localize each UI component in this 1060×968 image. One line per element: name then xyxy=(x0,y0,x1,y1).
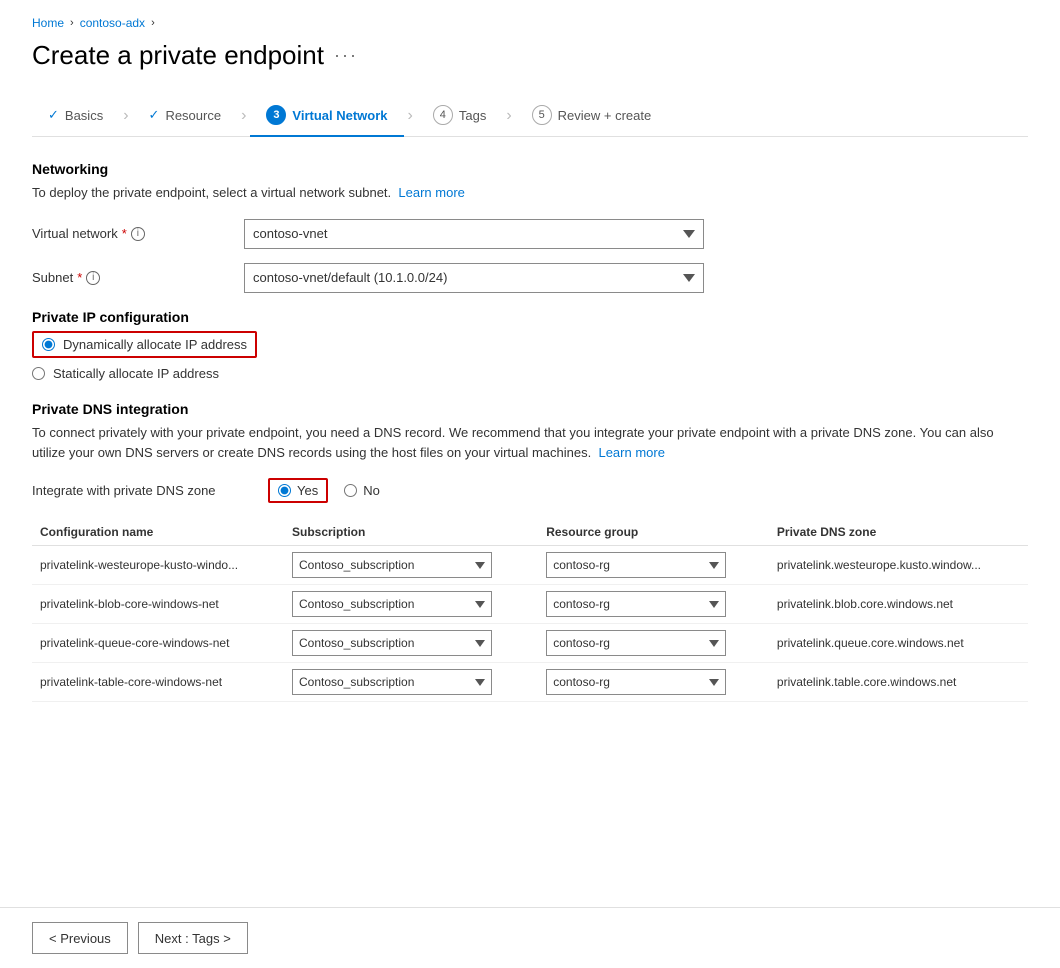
subnet-select[interactable]: contoso-vnet/default (10.1.0.0/24) xyxy=(244,263,704,293)
dns-integrate-row: Integrate with private DNS zone Yes No xyxy=(32,478,1028,503)
dns-table: Configuration name Subscription Resource… xyxy=(32,519,1028,702)
tab-basics[interactable]: ✓ Basics xyxy=(32,97,119,135)
tab-virtual-network-label: Virtual Network xyxy=(292,108,387,123)
virtual-network-row: Virtual network * i contoso-vnet xyxy=(32,219,1028,249)
tab-basics-check-icon: ✓ xyxy=(48,107,59,123)
networking-learn-more-link[interactable]: Learn more xyxy=(398,185,464,200)
ip-config-title: Private IP configuration xyxy=(32,309,1028,325)
networking-section: Networking To deploy the private endpoin… xyxy=(32,161,1028,293)
dns-description: To connect privately with your private e… xyxy=(32,423,1028,465)
dns-resource-group-select[interactable]: contoso-rg xyxy=(546,630,726,656)
dns-resource-group-select[interactable]: contoso-rg xyxy=(546,591,726,617)
dns-subscription-select[interactable]: Contoso_subscription xyxy=(292,669,492,695)
ip-dynamic-option[interactable]: Dynamically allocate IP address xyxy=(32,331,1028,358)
dns-zone-cell: privatelink.blob.core.windows.net xyxy=(769,585,1028,624)
subnet-info-icon[interactable]: i xyxy=(86,271,100,285)
dns-config-name: privatelink-table-core-windows-net xyxy=(32,663,284,702)
virtual-network-info-icon[interactable]: i xyxy=(131,227,145,241)
table-row: privatelink-blob-core-windows-net Contoso… xyxy=(32,585,1028,624)
tab-resource[interactable]: ✓ Resource xyxy=(133,97,238,135)
dns-config-name: privatelink-queue-core-windows-net xyxy=(32,624,284,663)
tab-tags[interactable]: 4 Tags xyxy=(417,95,502,137)
dns-subscription-cell[interactable]: Contoso_subscription xyxy=(284,663,538,702)
wizard-tabs: ✓ Basics › ✓ Resource › 3 Virtual Networ… xyxy=(32,95,1028,137)
dns-no-radio[interactable] xyxy=(344,484,357,497)
tab-virtual-network[interactable]: 3 Virtual Network xyxy=(250,95,403,137)
dns-config-name: privatelink-westeurope-kusto-windo... xyxy=(32,546,284,585)
table-row: privatelink-queue-core-windows-net Contos… xyxy=(32,624,1028,663)
dns-title: Private DNS integration xyxy=(32,401,1028,417)
dns-subscription-select[interactable]: Contoso_subscription xyxy=(292,552,492,578)
dns-resource-group-cell[interactable]: contoso-rg xyxy=(538,663,769,702)
page-title: Create a private endpoint xyxy=(32,40,324,71)
ip-dynamic-label: Dynamically allocate IP address xyxy=(63,337,247,352)
table-header-resource-group: Resource group xyxy=(538,519,769,546)
ip-config-radio-group: Dynamically allocate IP address Statical… xyxy=(32,331,1028,381)
dns-subscription-cell[interactable]: Contoso_subscription xyxy=(284,624,538,663)
tab-basics-label: Basics xyxy=(65,108,103,123)
dns-learn-more-link[interactable]: Learn more xyxy=(598,445,664,460)
dns-yes-radio[interactable] xyxy=(278,484,291,497)
virtual-network-select[interactable]: contoso-vnet xyxy=(244,219,704,249)
tab-virtual-network-number: 3 xyxy=(266,105,286,125)
dns-subscription-cell[interactable]: Contoso_subscription xyxy=(284,546,538,585)
dns-yes-label: Yes xyxy=(297,483,318,498)
dns-zone-cell: privatelink.westeurope.kusto.window... xyxy=(769,546,1028,585)
dns-radio-group: Yes No xyxy=(268,478,380,503)
next-button[interactable]: Next : Tags > xyxy=(138,922,248,954)
ip-static-option[interactable]: Statically allocate IP address xyxy=(32,366,1028,381)
ip-static-label: Statically allocate IP address xyxy=(53,366,219,381)
dns-yes-option[interactable]: Yes xyxy=(268,478,328,503)
breadcrumb-home[interactable]: Home xyxy=(32,16,64,30)
dns-subscription-select[interactable]: Contoso_subscription xyxy=(292,591,492,617)
tab-tags-label: Tags xyxy=(459,108,486,123)
tab-resource-check-icon: ✓ xyxy=(149,107,160,123)
table-row: privatelink-table-core-windows-net Contos… xyxy=(32,663,1028,702)
subnet-label: Subnet * i xyxy=(32,270,232,285)
breadcrumb: Home › contoso-adx › xyxy=(32,16,1028,30)
dns-resource-group-select[interactable]: contoso-rg xyxy=(546,669,726,695)
tab-review-label: Review + create xyxy=(558,108,652,123)
dns-subscription-select[interactable]: Contoso_subscription xyxy=(292,630,492,656)
dns-resource-group-cell[interactable]: contoso-rg xyxy=(538,585,769,624)
dns-zone-cell: privatelink.queue.core.windows.net xyxy=(769,624,1028,663)
dns-subscription-cell[interactable]: Contoso_subscription xyxy=(284,585,538,624)
tab-resource-label: Resource xyxy=(165,108,221,123)
dns-zone-cell: privatelink.table.core.windows.net xyxy=(769,663,1028,702)
page-title-ellipsis[interactable]: ··· xyxy=(334,45,358,66)
table-row: privatelink-westeurope-kusto-windo... Con… xyxy=(32,546,1028,585)
dns-no-option[interactable]: No xyxy=(344,483,380,498)
dns-no-label: No xyxy=(363,483,380,498)
virtual-network-label: Virtual network * i xyxy=(32,226,232,241)
ip-static-radio[interactable] xyxy=(32,367,45,380)
table-header-dns-zone: Private DNS zone xyxy=(769,519,1028,546)
ip-dynamic-radio[interactable] xyxy=(42,338,55,351)
dns-integrate-label: Integrate with private DNS zone xyxy=(32,483,252,498)
dns-resource-group-cell[interactable]: contoso-rg xyxy=(538,624,769,663)
networking-description: To deploy the private endpoint, select a… xyxy=(32,183,1028,203)
dns-section: Private DNS integration To connect priva… xyxy=(32,401,1028,703)
previous-button[interactable]: < Previous xyxy=(32,922,128,954)
footer: < Previous Next : Tags > xyxy=(0,907,1060,968)
breadcrumb-contoso[interactable]: contoso-adx xyxy=(80,16,145,30)
table-header-config: Configuration name xyxy=(32,519,284,546)
dns-resource-group-cell[interactable]: contoso-rg xyxy=(538,546,769,585)
tab-tags-number: 4 xyxy=(433,105,453,125)
ip-config-section: Private IP configuration Dynamically all… xyxy=(32,309,1028,381)
subnet-row: Subnet * i contoso-vnet/default (10.1.0.… xyxy=(32,263,1028,293)
dns-resource-group-select[interactable]: contoso-rg xyxy=(546,552,726,578)
page-title-container: Create a private endpoint ··· xyxy=(32,40,1028,71)
networking-title: Networking xyxy=(32,161,1028,177)
dns-config-name: privatelink-blob-core-windows-net xyxy=(32,585,284,624)
table-header-subscription: Subscription xyxy=(284,519,538,546)
tab-review-create[interactable]: 5 Review + create xyxy=(516,95,668,137)
tab-review-number: 5 xyxy=(532,105,552,125)
